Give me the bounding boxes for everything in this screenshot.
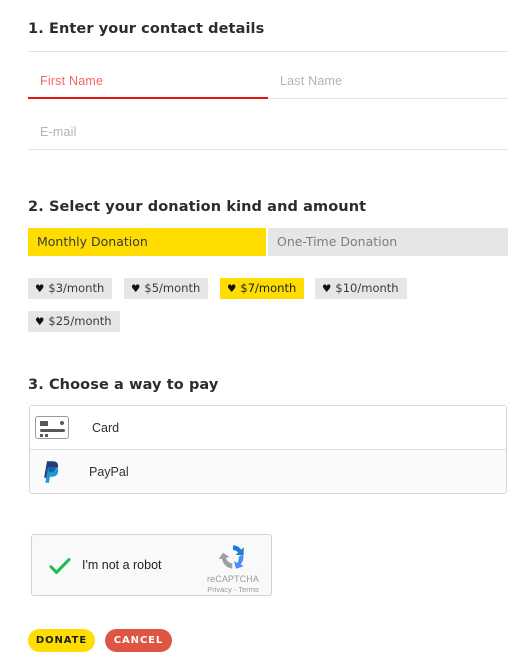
amount-chip-label: $5/month [144, 281, 201, 295]
heart-icon: ♥ [35, 282, 45, 295]
heart-icon: ♥ [35, 315, 45, 328]
amount-chip-label: $3/month [48, 281, 105, 295]
payment-method-label: PayPal [89, 465, 129, 479]
email-underline [28, 149, 508, 150]
heart-icon: ♥ [322, 282, 332, 295]
donation-kind-monthly[interactable]: Monthly Donation [28, 228, 266, 256]
last-name-input[interactable]: Last Name [280, 74, 342, 88]
step-2-title: 2. Select your donation kind and amount [28, 199, 367, 215]
recaptcha-widget[interactable]: I'm not a robot reCAPTCHA Privacy - Term… [31, 534, 272, 596]
donate-button[interactable]: DONATE [28, 629, 95, 652]
recaptcha-branding: reCAPTCHA Privacy - Terms [204, 541, 262, 594]
step-1-title: 1. Enter your contact details [28, 21, 265, 37]
email-input[interactable]: E-mail [40, 125, 77, 139]
donation-kind-one-time[interactable]: One-Time Donation [268, 228, 508, 256]
payment-methods-list: Card PayPal [29, 405, 507, 494]
payment-method-label: Card [92, 420, 120, 435]
recaptcha-label: I'm not a robot [82, 558, 162, 572]
amount-chip-label: $7/month [240, 281, 297, 295]
donation-form-page: 1. Enter your contact details First Name… [0, 0, 528, 670]
payment-method-card[interactable]: Card [30, 406, 506, 450]
recaptcha-logo-icon [217, 541, 249, 573]
step-1-divider [28, 51, 508, 52]
payment-method-paypal[interactable]: PayPal [30, 450, 506, 493]
amount-chip-3[interactable]: ♥ $3/month [28, 278, 113, 299]
recaptcha-checkbox[interactable] [46, 552, 74, 580]
first-name-underline [28, 97, 268, 99]
recaptcha-brand-text: reCAPTCHA [207, 574, 259, 584]
heart-icon: ♥ [227, 282, 237, 295]
paypal-icon [30, 460, 74, 484]
amount-chip-25[interactable]: ♥ $25/month [28, 311, 120, 332]
amount-chip-10[interactable]: ♥ $10/month [315, 278, 407, 299]
credit-card-icon [30, 416, 74, 439]
last-name-underline [268, 98, 508, 99]
first-name-input[interactable]: First Name [40, 74, 103, 88]
heart-icon: ♥ [131, 282, 141, 295]
amount-chip-5[interactable]: ♥ $5/month [124, 278, 209, 299]
amount-chip-7[interactable]: ♥ $7/month [220, 278, 305, 299]
amount-chip-label: $25/month [48, 314, 112, 328]
cancel-button[interactable]: CANCEL [105, 629, 172, 652]
recaptcha-privacy-terms[interactable]: Privacy - Terms [204, 585, 262, 594]
amount-chip-label: $10/month [335, 281, 399, 295]
step-3-title: 3. Choose a way to pay [28, 377, 219, 393]
